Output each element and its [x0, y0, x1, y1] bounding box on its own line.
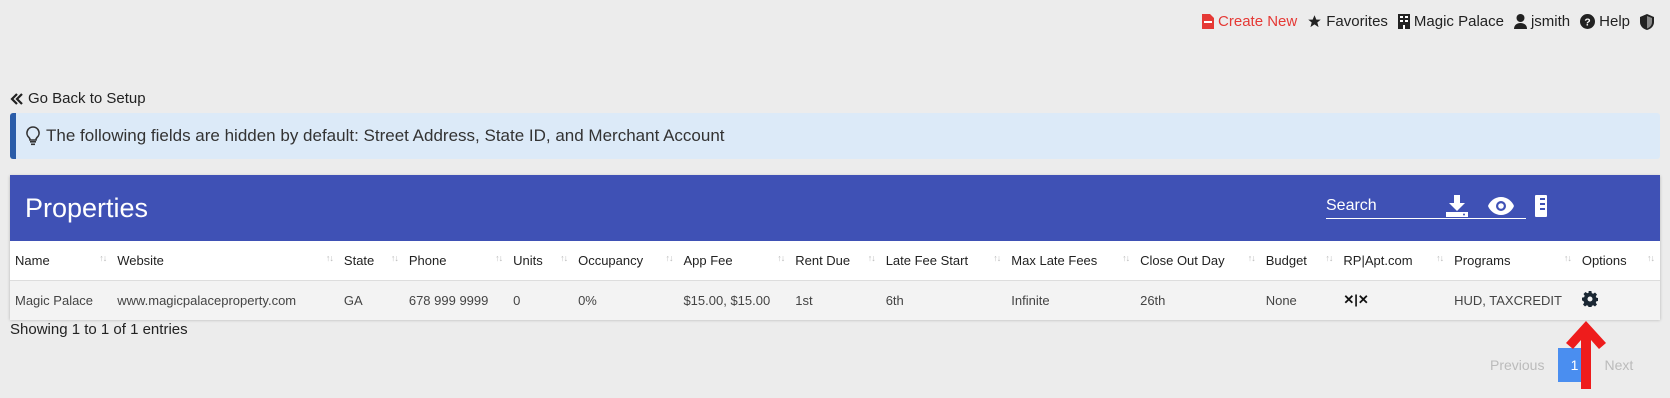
sort-icon: ↑↓	[993, 253, 1001, 263]
column-header[interactable]: Website ↑↓	[112, 241, 339, 281]
gear-icon[interactable]	[1581, 290, 1599, 310]
previous-page-button[interactable]: Previous	[1490, 357, 1544, 373]
column-header[interactable]: Phone ↑↓	[403, 241, 509, 281]
cell-app-fee: $15.00, $15.00	[678, 280, 791, 320]
card-title: Properties	[25, 192, 149, 223]
go-back-link[interactable]: Go Back to Setup	[10, 90, 146, 107]
user-label: jsmith	[1530, 13, 1571, 30]
favorites-link[interactable]: Favorites	[1307, 13, 1388, 30]
cell-late-fee-start: 6th	[880, 280, 1007, 320]
sort-icon: ↑↓	[1247, 253, 1256, 263]
cell-name: Magic Palace	[10, 280, 113, 320]
go-back-label: Go Back to Setup	[28, 90, 146, 107]
help-link[interactable]: ? Help	[1580, 13, 1630, 30]
sort-icon: ↑↓	[867, 253, 876, 263]
question-circle-icon: ?	[1580, 14, 1596, 29]
cell-budget: None	[1260, 280, 1339, 320]
eye-icon[interactable]	[1488, 197, 1514, 215]
cell-max-late-fees: Infinite	[1006, 280, 1136, 320]
properties-table: Name ↑↓ Website ↑↓ State ↑↓ Phone ↑↓ Units ↑↓…	[10, 241, 1660, 320]
cell-rp-apt: ✕|✕	[1338, 280, 1450, 320]
create-new-label: Create New	[1218, 13, 1298, 30]
table-row: Magic Palace www.magicpalaceproperty.com…	[10, 280, 1660, 320]
property-link[interactable]: Magic Palace	[1397, 13, 1504, 30]
column-header[interactable]: Max Late Fees ↑↓	[1006, 241, 1136, 281]
sort-icon: ↑↓	[1325, 253, 1333, 263]
cell-state: GA	[338, 280, 404, 320]
sort-icon: ↑↓	[777, 253, 785, 263]
column-header[interactable]: Late Fee Start ↑↓	[880, 241, 1007, 281]
sort-icon: ↑↓	[325, 253, 334, 263]
shield-icon	[1640, 13, 1654, 30]
sort-icon: ↑↓	[390, 253, 399, 263]
cell-occupancy: 0%	[573, 280, 679, 320]
cell-programs: HUD, TAXCREDIT	[1449, 280, 1577, 320]
sort-icon: ↑↓	[560, 253, 568, 263]
svg-text:?: ?	[1584, 17, 1590, 28]
sort-icon: ↑↓	[99, 253, 107, 263]
sort-icon: ↑↓	[1647, 253, 1655, 263]
column-settings-icon[interactable]	[1535, 195, 1547, 217]
lightbulb-icon	[26, 126, 40, 146]
building-icon	[1397, 14, 1410, 29]
column-header[interactable]: Occupancy ↑↓	[573, 241, 679, 281]
column-header[interactable]: State ↑↓	[338, 241, 404, 281]
table-info: Showing 1 to 1 of 1 entries	[10, 321, 188, 338]
sort-icon: ↑↓	[1436, 253, 1444, 263]
cell-phone: 678 999 9999	[403, 280, 509, 320]
sort-icon: ↑↓	[1563, 253, 1572, 263]
column-header[interactable]: Programs ↑↓	[1449, 241, 1577, 281]
property-label: Magic Palace	[1413, 13, 1504, 30]
user-link[interactable]: jsmith	[1513, 13, 1571, 30]
help-label: Help	[1599, 13, 1630, 30]
top-navigation: Create New Favorites Magic Palace jsmith…	[1192, 13, 1654, 30]
table-header-row: Name ↑↓ Website ↑↓ State ↑↓ Phone ↑↓ Units ↑↓…	[10, 241, 1660, 281]
column-header[interactable]: Units ↑↓	[508, 241, 574, 281]
star-icon	[1308, 15, 1321, 28]
hidden-fields-alert: The following fields are hidden by defau…	[10, 113, 1660, 159]
column-header[interactable]: App Fee ↑↓	[678, 241, 791, 281]
double-chevron-left-icon	[10, 92, 23, 105]
download-icon[interactable]	[1446, 195, 1468, 217]
alert-text: The following fields are hidden by defau…	[46, 126, 725, 145]
annotation-arrow-icon	[1566, 321, 1606, 389]
column-header[interactable]: Budget ↑↓	[1260, 241, 1339, 281]
cell-rent-due: 1st	[790, 280, 881, 320]
column-header[interactable]: Rent Due ↑↓	[790, 241, 881, 281]
sort-icon: ↑↓	[665, 253, 673, 263]
favorites-label: Favorites	[1326, 13, 1388, 30]
cell-units: 0	[508, 280, 574, 320]
properties-card: Properties Name↑↓ Website↑↓ State↑↓ Phon…	[10, 175, 1660, 320]
create-new-link[interactable]: Create New	[1202, 13, 1297, 30]
sort-icon: ↑↓	[495, 253, 503, 263]
column-header[interactable]: Name ↑↓	[10, 241, 113, 281]
column-header[interactable]: RP|Apt.com ↑↓	[1338, 241, 1450, 281]
sort-icon: ↑↓	[1122, 253, 1130, 263]
pagination: Previous 1 Next	[1490, 348, 1633, 382]
document-icon	[1202, 14, 1215, 29]
user-icon	[1513, 14, 1527, 29]
shield-link[interactable]	[1640, 13, 1654, 30]
card-header: Properties	[10, 175, 1660, 241]
cell-website: www.magicpalaceproperty.com	[112, 280, 339, 320]
column-header[interactable]: Close Out Day ↑↓	[1135, 241, 1261, 281]
cell-close-out-day: 26th	[1135, 280, 1261, 320]
column-header[interactable]: Options ↑↓	[1576, 241, 1660, 281]
cell-options	[1576, 280, 1660, 320]
